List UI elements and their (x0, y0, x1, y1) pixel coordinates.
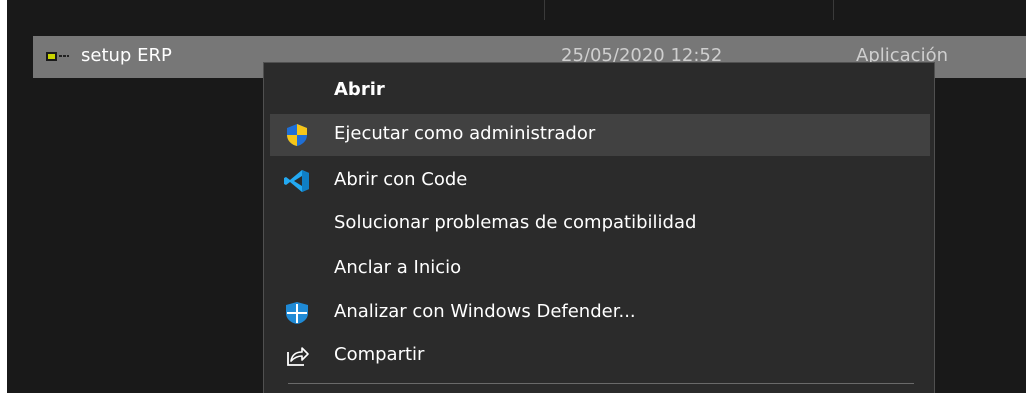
uac-shield-icon (287, 124, 307, 146)
menu-item-pin-to-start[interactable]: Anclar a Inicio (270, 248, 930, 290)
file-name: setup ERP (81, 45, 172, 66)
menu-item-scan-with-defender[interactable]: Analizar con Windows Defender... (270, 292, 930, 334)
menu-item-label: Ejecutar como administrador (334, 123, 596, 144)
menu-separator (288, 383, 914, 384)
vscode-icon (284, 170, 309, 192)
column-divider[interactable] (544, 0, 545, 20)
menu-item-run-as-admin[interactable]: Ejecutar como administrador (270, 114, 930, 156)
menu-item-label: Analizar con Windows Defender... (334, 301, 636, 322)
menu-item-label: Abrir con Code (334, 169, 468, 190)
windows-defender-icon (286, 302, 308, 324)
menu-item-label: Solucionar problemas de compatibilidad (334, 212, 697, 233)
menu-item-abrir[interactable]: Abrir (270, 70, 930, 112)
menu-item-share[interactable]: Compartir (270, 335, 930, 377)
column-divider[interactable] (833, 0, 834, 20)
menu-item-label: Compartir (334, 344, 425, 365)
share-icon (287, 347, 309, 366)
menu-item-label: Anclar a Inicio (334, 257, 462, 278)
menu-item-label: Abrir (334, 79, 385, 100)
context-menu: Abrir Ejecutar como administrador Abrir … (263, 62, 935, 393)
menu-item-troubleshoot-compatibility[interactable]: Solucionar problemas de compatibilidad (270, 203, 930, 245)
application-icon (46, 52, 69, 61)
menu-item-open-with-code[interactable]: Abrir con Code (270, 160, 930, 202)
